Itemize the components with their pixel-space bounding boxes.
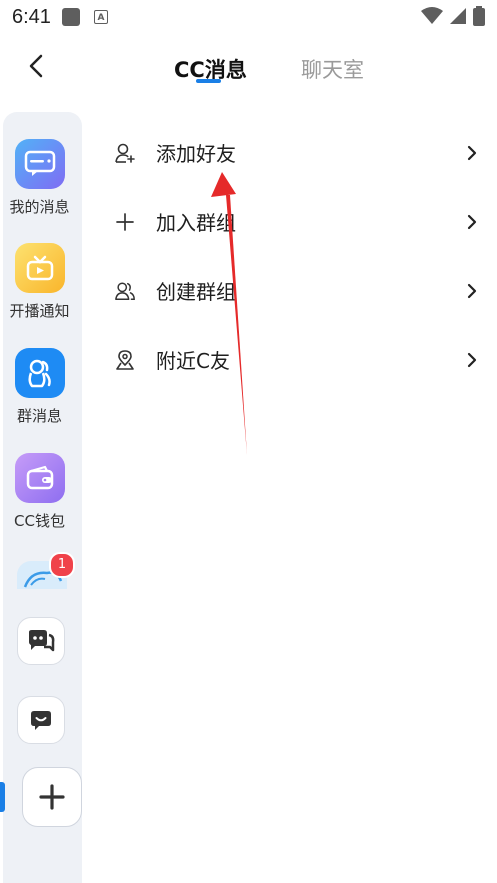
status-bar: 6:41 A <box>0 0 497 34</box>
sidebar-item-label: CC钱包 <box>14 512 65 530</box>
group-users-icon <box>114 280 136 302</box>
notification-square-icon <box>62 8 80 26</box>
menu-item-label: 添加好友 <box>156 142 236 166</box>
sidebar-item-group-messages[interactable]: 群消息 <box>0 348 79 426</box>
chevron-right-icon <box>465 144 479 162</box>
chat-bot-button[interactable] <box>17 617 65 665</box>
tab-chat-room[interactable]: 聊天室 <box>301 54 364 84</box>
notification-badge: 1 <box>49 552 75 578</box>
back-button[interactable] <box>22 52 50 80</box>
sidebar-item-label: 我的消息 <box>9 198 70 216</box>
wifi-icon <box>421 7 443 24</box>
add-button-accent <box>0 782 5 812</box>
chevron-left-icon <box>29 54 43 78</box>
chevron-right-icon <box>465 351 479 369</box>
wallet-icon <box>14 453 65 503</box>
menu-item-add-friend[interactable]: 添加好友 <box>82 118 497 187</box>
menu-item-label: 创建群组 <box>156 280 236 304</box>
chat-people-icon <box>29 630 55 652</box>
sidebar-item-label: 开播通知 <box>9 302 70 320</box>
tv-icon <box>14 243 65 293</box>
menu-item-label: 附近C友 <box>156 349 230 373</box>
sidebar-item-my-messages[interactable]: 我的消息 <box>0 139 79 217</box>
active-tab-indicator <box>196 79 221 83</box>
status-time: 6:41 <box>12 6 51 28</box>
menu-item-join-group[interactable]: 加入群组 <box>82 187 497 256</box>
header: CC消息 聊天室 <box>0 34 497 108</box>
sidebar-item-label: 群消息 <box>16 407 62 425</box>
menu-item-label: 加入群组 <box>156 211 236 235</box>
battery-icon <box>473 6 485 26</box>
chevron-right-icon <box>465 282 479 300</box>
notification-letter-icon: A <box>94 10 108 24</box>
smile-chat-icon <box>31 711 51 730</box>
emoji-chat-button[interactable] <box>17 696 65 744</box>
status-icons <box>421 6 485 26</box>
sidebar-item-live-notice[interactable]: 开播通知 <box>0 243 79 321</box>
message-bubble-icon <box>14 139 65 189</box>
location-pin-icon <box>114 349 136 371</box>
add-user-icon <box>114 142 136 164</box>
sidebar-item-cc-wallet[interactable]: CC钱包 <box>0 453 79 531</box>
action-menu: 添加好友 加入群组 创建群组 附近C友 <box>82 118 497 394</box>
add-button[interactable] <box>22 767 82 827</box>
chevron-right-icon <box>465 213 479 231</box>
menu-item-create-group[interactable]: 创建群组 <box>82 256 497 325</box>
menu-item-nearby-friends[interactable]: 附近C友 <box>82 325 497 394</box>
plus-icon <box>114 211 136 233</box>
plus-icon <box>39 784 65 810</box>
signal-icon <box>450 8 466 24</box>
group-people-icon <box>14 348 65 398</box>
